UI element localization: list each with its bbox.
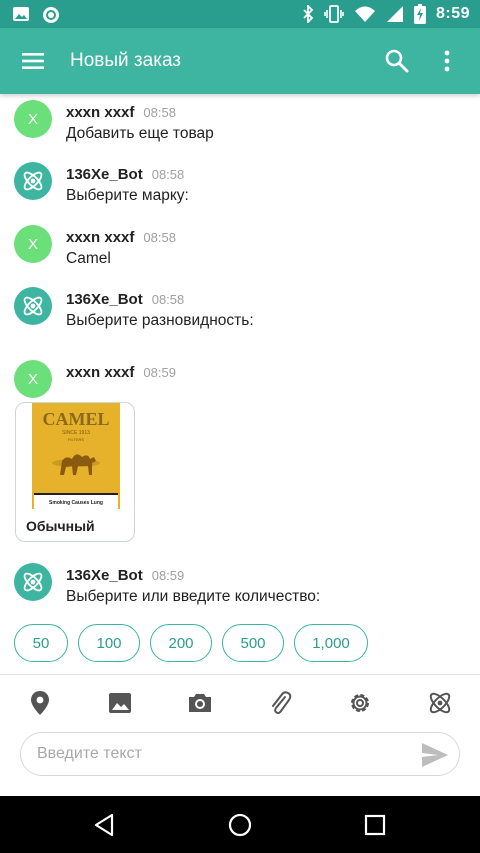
settings-gear-icon[interactable] <box>346 689 374 717</box>
app-bar: Новый заказ <box>0 28 480 94</box>
avatar: X <box>14 360 52 398</box>
message-text: Выберите или введите количество: <box>66 588 321 605</box>
bot-atom-icon[interactable] <box>426 689 454 717</box>
avatar <box>14 563 52 601</box>
product-warning-text: Smoking Causes Lung <box>49 500 103 506</box>
message-text: Выберите разновидность: <box>66 312 254 329</box>
image-icon <box>13 7 29 21</box>
message-time: 08:59 <box>151 568 185 583</box>
product-caption: Обычный <box>26 518 95 534</box>
status-time: 8:59 <box>435 5 470 22</box>
page-title: Новый заказ <box>70 50 182 71</box>
message-sender: 136Xe_Bot <box>66 291 143 308</box>
circle-notification-icon <box>43 7 59 23</box>
bluetooth-icon <box>303 5 314 23</box>
wifi-icon <box>354 6 375 22</box>
bot-atom-icon <box>23 296 43 316</box>
attachment-clip-icon[interactable] <box>266 689 294 717</box>
product-image: CAMEL SINCE 1913 FILTERS Smoking Causes … <box>32 403 120 509</box>
chat-message-list[interactable]: X xxxn xxxf 08:58 Добавить еще товар 136… <box>0 94 480 674</box>
message-input-container <box>20 732 460 776</box>
attachment-toolbar <box>0 674 480 730</box>
product-since-text: SINCE 1913 <box>62 430 90 436</box>
message-text: Добавить еще товар <box>66 125 214 142</box>
bot-atom-icon <box>23 572 43 592</box>
message-time: 08:58 <box>151 292 185 307</box>
signal-icon <box>386 6 403 22</box>
message-sender: 136Xe_Bot <box>66 567 143 584</box>
vibrate-icon <box>324 5 344 23</box>
product-card[interactable]: CAMEL SINCE 1913 FILTERS Smoking Causes … <box>15 402 135 542</box>
battery-charging-icon <box>413 4 426 24</box>
quantity-options: 50 100 200 500 1,000 <box>14 624 368 662</box>
message-time: 08:58 <box>151 167 185 182</box>
system-navigation-bar <box>0 796 480 853</box>
message-item: 136Xe_Bot 08:58 Выберите разновидность: <box>14 287 464 335</box>
message-input[interactable] <box>37 733 417 775</box>
quantity-chip-200[interactable]: 200 <box>150 624 212 662</box>
message-item: X xxxn xxxf 08:58 Camel <box>14 225 464 273</box>
message-item: X xxxn xxxf 08:58 Добавить еще товар <box>14 100 464 148</box>
product-filters-text: FILTERS <box>68 437 84 442</box>
avatar <box>14 162 52 200</box>
message-item: X xxxn xxxf 08:59 <box>14 360 464 400</box>
home-circle-icon[interactable] <box>227 812 253 838</box>
recents-square-icon[interactable] <box>362 812 388 838</box>
quantity-chip-500[interactable]: 500 <box>222 624 284 662</box>
camera-icon[interactable] <box>186 689 214 717</box>
send-icon[interactable] <box>421 742 449 768</box>
message-text: Выберите марку: <box>66 187 189 204</box>
message-sender: xxxn xxxf <box>66 229 135 246</box>
hamburger-menu-icon[interactable] <box>20 48 46 74</box>
quantity-chip-50[interactable]: 50 <box>14 624 68 662</box>
message-time: 08:58 <box>143 230 176 245</box>
avatar <box>14 287 52 325</box>
status-right-icons: 8:59 <box>302 4 470 24</box>
message-sender: 136Xe_Bot <box>66 166 143 183</box>
search-icon[interactable] <box>384 48 410 74</box>
product-brand-text: CAMEL <box>43 409 110 429</box>
message-time: 08:58 <box>143 105 176 120</box>
avatar: X <box>14 100 52 138</box>
status-bar: 8:59 <box>0 0 480 28</box>
message-item: 136Xe_Bot 08:58 Выберите марку: <box>14 162 464 210</box>
message-sender: xxxn xxxf <box>66 104 135 121</box>
quantity-chip-100[interactable]: 100 <box>78 624 140 662</box>
more-vertical-icon[interactable] <box>434 48 460 74</box>
message-composer <box>0 730 480 796</box>
image-icon[interactable] <box>106 689 134 717</box>
message-time: 08:59 <box>143 365 176 380</box>
back-triangle-icon[interactable] <box>92 812 118 838</box>
cigarette-pack-illustration: CAMEL SINCE 1913 FILTERS Smoking Causes … <box>32 403 120 509</box>
message-item: 136Xe_Bot 08:59 Выберите или введите кол… <box>14 563 464 611</box>
bot-atom-icon <box>23 171 43 191</box>
status-left-icons <box>12 6 60 24</box>
avatar: X <box>14 225 52 263</box>
location-pin-icon[interactable] <box>26 689 54 717</box>
message-text: Camel <box>66 250 111 267</box>
quantity-chip-1000[interactable]: 1,000 <box>294 624 368 662</box>
message-sender: xxxn xxxf <box>66 364 135 381</box>
